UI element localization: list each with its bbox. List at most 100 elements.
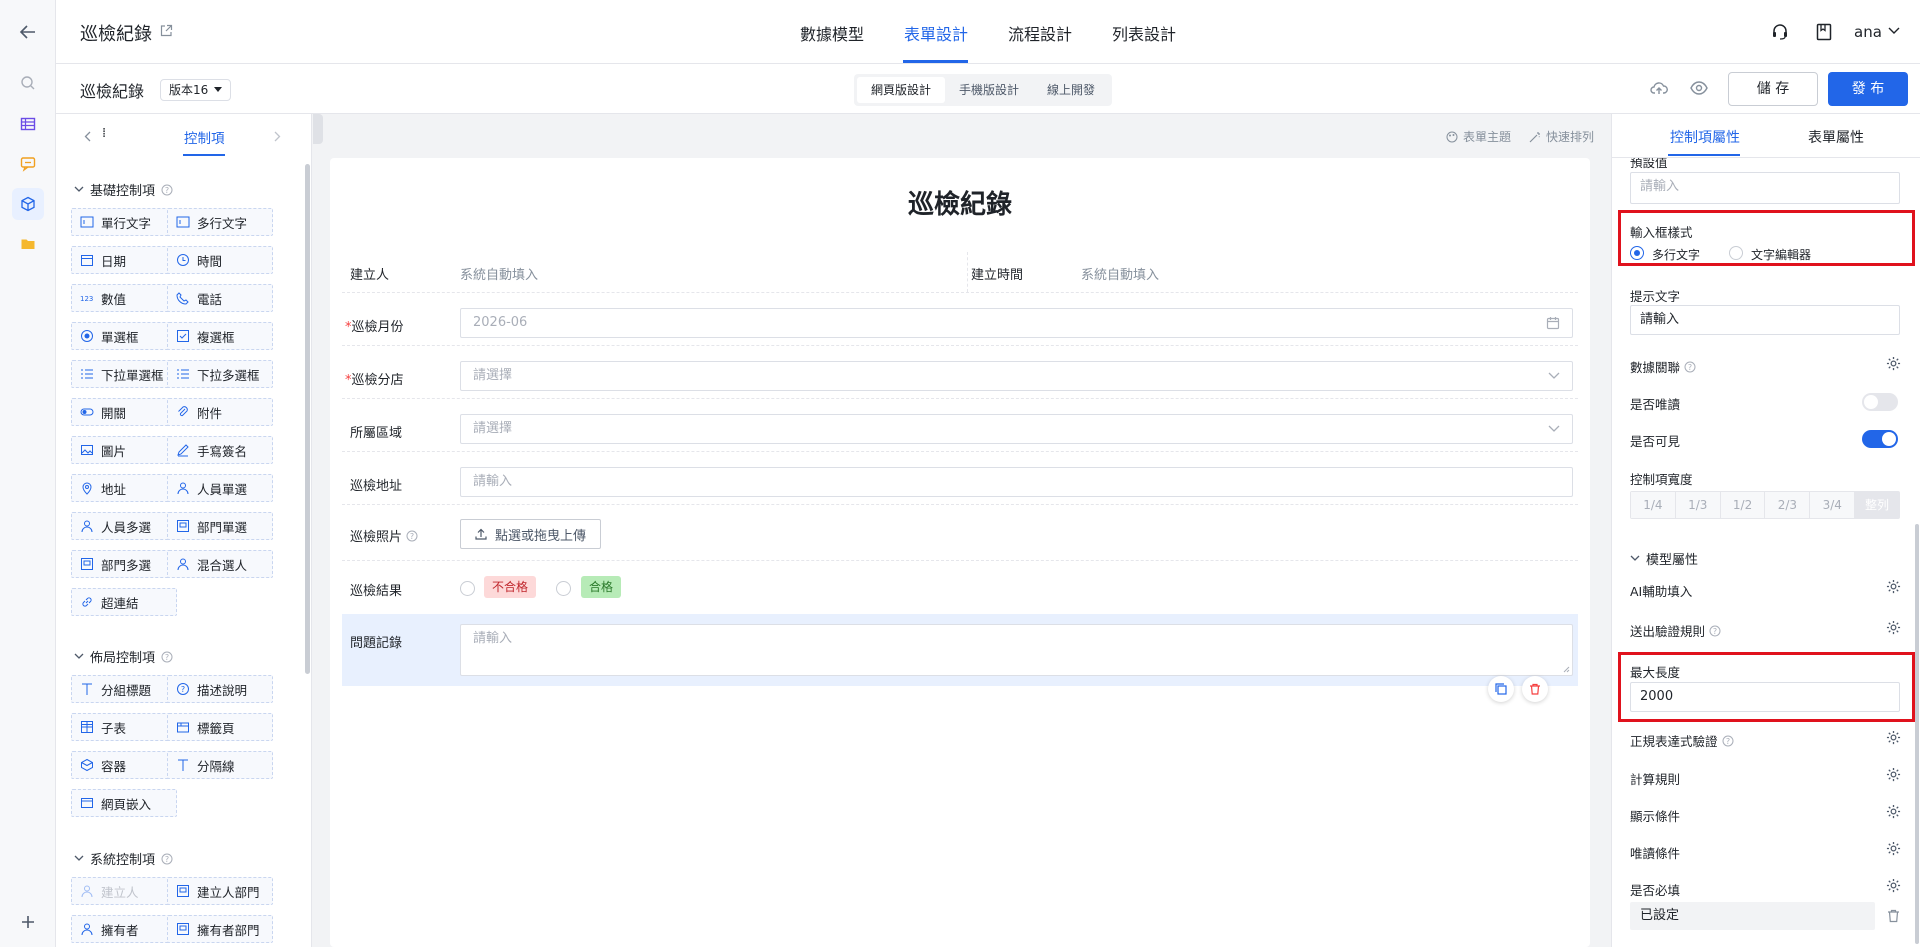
palette-item[interactable]: 分隔線 [167,751,273,779]
data-link-settings-gear-icon[interactable] [1886,356,1901,371]
tab-form-design[interactable]: 表單設計 [904,21,968,45]
mode-online-dev[interactable]: 線上開發 [1033,77,1109,103]
chevron-down-icon[interactable] [1888,27,1900,35]
tab-flow-design[interactable]: 流程設計 [1008,21,1072,45]
back-arrow-icon[interactable] [12,16,44,48]
section-system-controls[interactable]: 系統控制項 ? [74,849,173,868]
palette-item[interactable]: 單選框 [71,322,177,350]
palette-item[interactable]: 擁有者 [71,915,177,943]
width-full[interactable]: 整列 [1855,492,1899,518]
palette-item[interactable]: 擁有者部門 [167,915,273,943]
region-select[interactable]: 請選擇 [460,414,1573,444]
palette-item[interactable]: 部門多選 [71,550,177,578]
user-name[interactable]: ana [1854,23,1882,41]
chevron-left-icon[interactable] [84,131,91,142]
required-gear-icon[interactable] [1886,878,1901,893]
trash-icon[interactable] [1887,909,1900,923]
add-icon[interactable] [12,906,44,938]
radio-pass[interactable] [556,581,571,596]
width-1-2[interactable]: 1/2 [1720,492,1766,518]
tab-data-model[interactable]: 數據模型 [800,21,864,45]
section-basic-controls[interactable]: 基礎控制項 ? [74,180,173,199]
issue-textarea[interactable]: 請輸入 [460,624,1573,676]
palette-item[interactable]: 網頁嵌入 [71,789,177,817]
default-value-input[interactable]: 請輸入 [1630,172,1900,204]
palette-tab-outline[interactable]: ⁞ [102,126,106,141]
hint-text-input[interactable]: 請輸入 [1630,305,1900,335]
width-1-3[interactable]: 1/3 [1675,492,1721,518]
palette-item[interactable]: 時間 [167,246,273,274]
tab-form-properties[interactable]: 表單屬性 [1808,127,1864,147]
submit-rule-gear-icon[interactable] [1886,620,1901,635]
collapse-left-handle[interactable] [313,114,323,144]
theme-tool[interactable]: 表單主題 [1446,128,1511,145]
width-2-3[interactable]: 2/3 [1765,492,1811,518]
search-icon[interactable] [12,67,44,99]
palette-item[interactable]: 複選框 [167,322,273,350]
visible-toggle[interactable] [1862,430,1898,448]
table-icon[interactable] [12,108,44,140]
preview-eye-icon[interactable] [1690,81,1708,95]
palette-item[interactable]: 容器 [71,751,177,779]
palette-item[interactable]: 建立人部門 [167,877,273,905]
max-length-input[interactable]: 2000 [1630,682,1900,712]
palette-item[interactable]: 多行文字 [167,208,273,236]
palette-item[interactable]: 下拉多選框 [167,360,273,388]
chevron-right-icon[interactable] [274,131,281,142]
palette-item[interactable]: 手寫簽名 [167,436,273,464]
calc-rule-gear-icon[interactable] [1886,767,1901,782]
palette-item[interactable]: 下拉單選框 [71,360,177,388]
section-layout-controls[interactable]: 佈局控制項 ? [74,647,173,666]
month-picker[interactable]: 2026-06 [460,308,1573,338]
book-icon[interactable] [1816,23,1832,41]
palette-item[interactable]: 子表 [71,713,177,741]
width-3-4[interactable]: 3/4 [1810,492,1856,518]
chat-icon[interactable] [12,148,44,180]
mode-mobile-design[interactable]: 手機版設計 [945,77,1033,103]
address-input[interactable]: 請輸入 [460,467,1573,497]
palette-tab-controls[interactable]: 控制項 [184,127,225,147]
radio-fail[interactable] [460,581,475,596]
cube-icon[interactable] [12,188,44,220]
quick-arrange-tool[interactable]: 快速排列 [1529,128,1594,145]
external-link-icon[interactable] [160,24,173,37]
copy-field-button[interactable] [1488,676,1514,702]
regex-gear-icon[interactable] [1886,730,1901,745]
palette-item[interactable]: 人員多選 [71,512,177,540]
palette-item[interactable]: 123 數值 [71,284,177,312]
tab-list-design[interactable]: 列表設計 [1112,21,1176,45]
palette-item[interactable]: 圖片 [71,436,177,464]
palette-item[interactable]: 建立人 [71,877,177,905]
palette-item[interactable]: 電話 [167,284,273,312]
palette-item[interactable]: 標籤頁 [167,713,273,741]
palette-item[interactable]: 混合選人 [167,550,273,578]
show-condition-gear-icon[interactable] [1886,804,1901,819]
tab-control-properties[interactable]: 控制項屬性 [1670,127,1740,147]
width-1-4[interactable]: 1/4 [1631,492,1676,518]
folder-icon[interactable] [12,228,44,260]
required-setting-value[interactable]: 已設定 [1630,902,1875,930]
readonly-condition-gear-icon[interactable] [1886,841,1901,856]
palette-item[interactable]: 日期 [71,246,177,274]
palette-item[interactable]: 人員單選 [167,474,273,502]
model-properties-section[interactable]: 模型屬性 [1630,549,1698,568]
ai-fill-gear-icon[interactable] [1886,579,1901,594]
palette-scrollbar[interactable] [305,164,310,674]
upload-button[interactable]: 點選或拖曳上傳 [460,519,602,549]
version-select[interactable]: 版本16 [160,79,232,101]
support-icon[interactable] [1771,23,1789,41]
palette-item[interactable]: 附件 [167,398,273,426]
palette-item[interactable]: 超連結 [71,588,177,616]
palette-item[interactable]: 地址 [71,474,177,502]
store-select[interactable]: 請選擇 [460,361,1573,391]
radio-multiline-text[interactable] [1630,246,1644,260]
palette-item[interactable]: 部門單選 [167,512,273,540]
property-scrollbar[interactable] [1915,524,1919,944]
radio-rich-text-editor[interactable] [1729,246,1743,260]
publish-button[interactable]: 發 布 [1828,72,1908,106]
save-button[interactable]: 儲 存 [1728,72,1818,106]
cloud-upload-icon[interactable] [1650,80,1668,96]
palette-item[interactable]: 單行文字 [71,208,177,236]
palette-item[interactable]: 開關 [71,398,177,426]
palette-item[interactable]: ? 描述說明 [167,675,273,703]
